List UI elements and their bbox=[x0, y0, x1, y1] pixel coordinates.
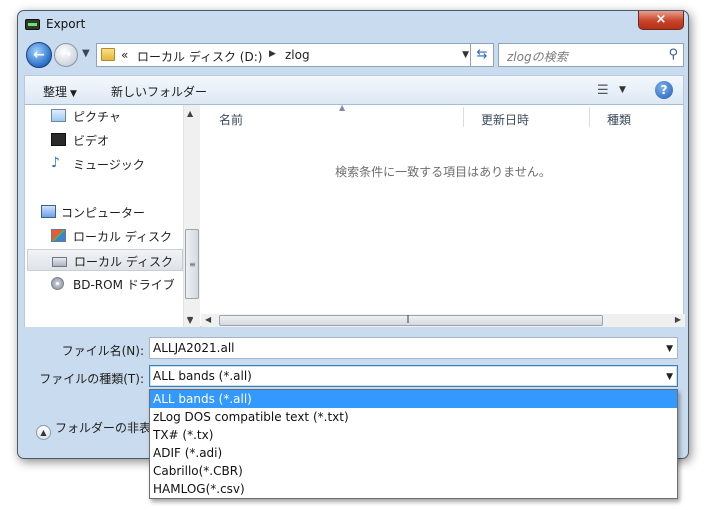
folder-icon bbox=[101, 48, 115, 61]
grip-icon: ‖ bbox=[406, 314, 410, 323]
nav-item-local-disk-d[interactable]: ローカル ディスク bbox=[27, 249, 183, 271]
filetype-option-csv[interactable]: HAMLOG(*.csv) bbox=[150, 480, 677, 498]
grip-icon: ≡ bbox=[189, 260, 196, 269]
filetype-select[interactable]: ALL bands (*.all) ▼ bbox=[149, 365, 678, 387]
nav-item-label: ローカル ディスク bbox=[74, 255, 173, 269]
window-title: Export bbox=[46, 17, 86, 31]
filename-label: ファイル名(N): bbox=[61, 344, 144, 358]
search-placeholder: zlogの検索 bbox=[507, 50, 568, 64]
column-header-name[interactable]: ▲ 名前 bbox=[201, 103, 461, 129]
sort-ascending-icon: ▲ bbox=[339, 103, 346, 112]
nav-item-local-disk-c[interactable]: ローカル ディスク bbox=[47, 225, 183, 247]
refresh-button[interactable]: ⇆ bbox=[470, 43, 494, 67]
scroll-thumb[interactable]: ≡ bbox=[185, 229, 199, 299]
organize-label: 整理 bbox=[43, 85, 68, 99]
nav-pane-scrollbar[interactable]: ▲ ≡ ▼ bbox=[183, 105, 200, 327]
scroll-right-icon[interactable]: ▶ bbox=[675, 315, 681, 324]
scroll-thumb[interactable]: ‖ bbox=[219, 314, 603, 326]
filetype-option-cbr[interactable]: Cabrillo(*.CBR) bbox=[150, 462, 677, 480]
video-icon bbox=[51, 133, 66, 146]
filetype-option-txt[interactable]: zLog DOS compatible text (*.txt) bbox=[150, 408, 677, 426]
music-icon: ♪ bbox=[51, 155, 60, 171]
navigation-bar: ← → ▼ « ローカル ディスク (D:) ▶ zlog ▼ ⇆ zlogの検… bbox=[24, 40, 684, 70]
search-icon[interactable]: ⚲ bbox=[668, 47, 678, 62]
address-dropdown-icon[interactable]: ▼ bbox=[462, 50, 469, 60]
filetype-option-tx[interactable]: TX# (*.tx) bbox=[150, 426, 677, 444]
new-folder-button[interactable]: 新しいフォルダー bbox=[111, 83, 207, 100]
organize-button[interactable]: 整理 ▼ bbox=[43, 83, 77, 100]
column-header-type[interactable]: 種類 bbox=[589, 105, 685, 129]
refresh-icon: ⇆ bbox=[476, 47, 488, 62]
nav-item-music[interactable]: ♪ ミュージック bbox=[47, 153, 183, 175]
windows-disk-icon bbox=[51, 229, 66, 242]
view-options-icon[interactable]: ☰ bbox=[597, 83, 609, 98]
filetype-dropdown-list: ALL bands (*.all) zLog DOS compatible te… bbox=[149, 389, 678, 499]
filetype-label: ファイルの種類(T): bbox=[39, 372, 144, 386]
column-header-label: 更新日時 bbox=[481, 113, 530, 127]
nav-item-bd-rom[interactable]: BD-ROM ドライブ bbox=[47, 273, 183, 295]
breadcrumb-folder[interactable]: zlog bbox=[285, 48, 310, 62]
chevron-down-icon: ▼ bbox=[70, 89, 77, 99]
breadcrumb-separator-icon[interactable]: ▶ bbox=[269, 49, 276, 59]
scroll-up-icon[interactable]: ▲ bbox=[187, 109, 193, 118]
nav-item-label: ビデオ bbox=[73, 134, 110, 148]
filetype-option-adi[interactable]: ADIF (*.adi) bbox=[150, 444, 677, 462]
browser-content: ピクチャ ビデオ ♪ ミュージック コンピューター ローカル ディスク ローカル… bbox=[24, 103, 685, 327]
back-button[interactable]: ← bbox=[26, 42, 52, 68]
navigation-pane: ピクチャ ビデオ ♪ ミュージック コンピューター ローカル ディスク ローカル… bbox=[25, 105, 183, 327]
close-button[interactable]: × bbox=[638, 11, 684, 30]
app-icon bbox=[25, 19, 40, 30]
disk-drive-icon bbox=[52, 257, 67, 267]
filetype-option-all[interactable]: ALL bands (*.all) bbox=[150, 390, 677, 408]
forward-button[interactable]: → bbox=[54, 43, 78, 67]
view-dropdown-icon[interactable]: ▼ bbox=[619, 85, 626, 95]
breadcrumb-overflow[interactable]: « bbox=[121, 48, 128, 62]
nav-item-computer[interactable]: コンピューター bbox=[37, 201, 183, 223]
hide-folders-toggle[interactable]: ▲ フォルダーの非表示 bbox=[36, 419, 163, 440]
scroll-down-icon[interactable]: ▼ bbox=[187, 315, 193, 324]
chevron-up-icon: ▲ bbox=[36, 425, 51, 440]
pictures-icon bbox=[51, 109, 66, 122]
column-header-label: 名前 bbox=[219, 113, 244, 127]
empty-state-message: 検索条件に一致する項目はありません。 bbox=[335, 165, 551, 179]
search-input[interactable]: zlogの検索 ⚲ bbox=[498, 43, 684, 67]
help-icon[interactable]: ? bbox=[655, 81, 673, 99]
command-bar: 整理 ▼ 新しいフォルダー ☰ ▼ ? bbox=[24, 75, 684, 105]
nav-item-label: ローカル ディスク bbox=[73, 230, 172, 244]
nav-item-label: BD-ROM ドライブ bbox=[73, 278, 175, 292]
column-header-label: 種類 bbox=[607, 113, 632, 127]
nav-item-label: コンピューター bbox=[61, 206, 146, 220]
column-header-date-modified[interactable]: 更新日時 bbox=[463, 105, 587, 129]
nav-item-label: ミュージック bbox=[73, 158, 145, 172]
chevron-down-icon[interactable]: ▼ bbox=[666, 344, 673, 354]
filetype-value: ALL bands (*.all) bbox=[153, 369, 252, 383]
scroll-left-icon[interactable]: ◀ bbox=[205, 315, 211, 324]
computer-icon bbox=[41, 205, 56, 218]
nav-item-videos[interactable]: ビデオ bbox=[47, 129, 183, 151]
file-list: ▲ 名前 更新日時 種類 検索条件に一致する項目はありません。 bbox=[201, 103, 685, 327]
nav-item-pictures[interactable]: ピクチャ bbox=[47, 105, 183, 127]
file-list-scrollbar[interactable]: ◀ ‖ ▶ bbox=[201, 314, 685, 327]
filename-field[interactable]: ALLJA2021.all ▼ bbox=[149, 337, 678, 359]
address-bar[interactable]: « ローカル ディスク (D:) ▶ zlog ▼ bbox=[96, 43, 474, 67]
title-bar: Export × bbox=[18, 11, 688, 39]
hide-folders-label: フォルダーの非表示 bbox=[55, 421, 164, 435]
history-dropdown-icon[interactable]: ▼ bbox=[82, 48, 90, 59]
filename-value: ALLJA2021.all bbox=[153, 341, 235, 355]
nav-item-label: ピクチャ bbox=[73, 110, 121, 124]
breadcrumb-drive[interactable]: ローカル ディスク (D:) bbox=[137, 48, 262, 65]
chevron-down-icon[interactable]: ▼ bbox=[666, 372, 673, 382]
optical-drive-icon bbox=[51, 277, 64, 290]
